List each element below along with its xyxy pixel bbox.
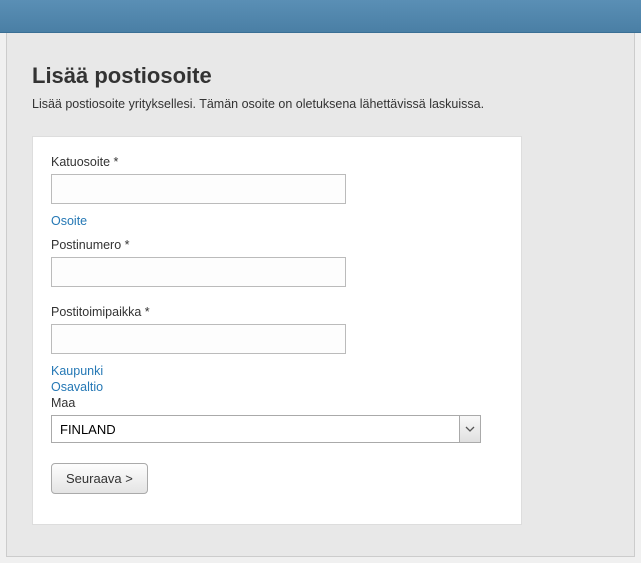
state-link[interactable]: Osavaltio (51, 380, 503, 394)
street-input[interactable] (51, 174, 346, 204)
chevron-down-icon (459, 415, 481, 443)
page-title: Lisää postiosoite (32, 63, 609, 89)
city-input[interactable] (51, 324, 346, 354)
country-label: Maa (51, 396, 503, 410)
country-select[interactable]: FINLAND (51, 415, 481, 443)
page-subtitle: Lisää postiosoite yrityksellesi. Tämän o… (32, 97, 609, 111)
form-panel: Katuosoite * Osoite Postinumero * Postit… (32, 136, 522, 525)
postal-label: Postinumero * (51, 238, 503, 252)
country-value: FINLAND (60, 422, 116, 437)
address-link[interactable]: Osoite (51, 214, 503, 228)
city-label: Postitoimipaikka * (51, 305, 503, 319)
street-label: Katuosoite * (51, 155, 503, 169)
city-link[interactable]: Kaupunki (51, 364, 503, 378)
content-area: Lisää postiosoite Lisää postiosoite yrit… (6, 33, 635, 557)
postal-input[interactable] (51, 257, 346, 287)
top-header-bar (0, 0, 641, 33)
next-button[interactable]: Seuraava > (51, 463, 148, 494)
